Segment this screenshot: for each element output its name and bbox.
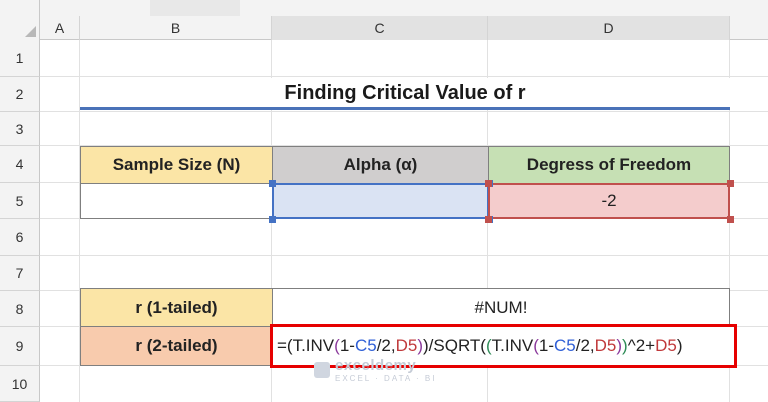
formula-part: T.INV (491, 336, 534, 355)
gridline (40, 111, 768, 112)
row-header-1[interactable]: 1 (0, 40, 40, 77)
row-header-5[interactable]: 5 (0, 183, 40, 219)
formula-part: /2, (575, 336, 595, 355)
select-all-icon (25, 26, 36, 37)
gridline (40, 255, 768, 256)
ribbon-strip (150, 0, 240, 16)
range-handle[interactable] (485, 216, 492, 223)
column-header-c[interactable]: C (272, 16, 488, 40)
header-sample-size[interactable]: Sample Size (N) (80, 146, 273, 184)
range-handle[interactable] (727, 216, 734, 223)
formula-part: D5 (594, 336, 617, 355)
page-title: Finding Critical Value of r (284, 81, 526, 104)
column-header-d[interactable]: D (488, 16, 730, 40)
row-header-7[interactable]: 7 (0, 256, 40, 291)
row-header-3[interactable]: 3 (0, 112, 40, 146)
formula-text: =(T.INV(1-C5/2,D5))/SQRT((T.INV(1-C5/2,D… (277, 336, 682, 356)
formula-part: 1- (339, 336, 355, 355)
formula-part: C5 (354, 336, 377, 355)
formula-part: ^2+ (627, 336, 656, 355)
label-r-1-tailed[interactable]: r (1-tailed) (80, 288, 273, 327)
formula-part: 1- (538, 336, 554, 355)
label-r-2-tailed[interactable]: r (2-tailed) (80, 326, 273, 366)
header-degrees-of-freedom[interactable]: Degress of Freedom (488, 146, 730, 184)
formula-part: ) (676, 336, 683, 355)
result-cell[interactable]: #NUM! (272, 288, 730, 327)
formula-part: D5 (655, 336, 677, 355)
row-header-9[interactable]: 9 (0, 327, 40, 366)
title-underline (80, 107, 730, 110)
watermark-tagline: EXCEL · DATA · BI (335, 374, 437, 383)
formula-part: D5 (395, 336, 418, 355)
row-header-10[interactable]: 10 (0, 366, 40, 402)
column-header-a[interactable]: A (40, 16, 80, 40)
header-alpha[interactable]: Alpha (α) (272, 146, 489, 184)
select-all-corner[interactable] (0, 0, 40, 40)
sample-size-cell[interactable] (80, 183, 273, 219)
watermark: exceldemy EXCEL · DATA · BI (314, 357, 436, 383)
formula-part: )/SQRT( (423, 336, 486, 355)
column-header-b[interactable]: B (80, 16, 272, 40)
gridline (40, 76, 768, 77)
row-header-6[interactable]: 6 (0, 219, 40, 256)
range-handle[interactable] (269, 180, 276, 187)
range-handle[interactable] (485, 180, 492, 187)
row-header-4[interactable]: 4 (0, 146, 40, 183)
row-header-8[interactable]: 8 (0, 291, 40, 327)
title-cell[interactable]: Finding Critical Value of r (80, 78, 730, 108)
exceldemy-logo-icon (314, 362, 330, 378)
formula-part: C5 (554, 336, 576, 355)
formula-part: =(T.INV (277, 336, 335, 355)
alpha-cell[interactable] (272, 183, 489, 219)
watermark-brand: exceldemy (335, 357, 417, 374)
formula-part: /2, (376, 336, 396, 355)
row-header-2[interactable]: 2 (0, 77, 40, 112)
range-handle[interactable] (269, 216, 276, 223)
range-handle[interactable] (727, 180, 734, 187)
dof-cell[interactable]: -2 (488, 183, 730, 219)
